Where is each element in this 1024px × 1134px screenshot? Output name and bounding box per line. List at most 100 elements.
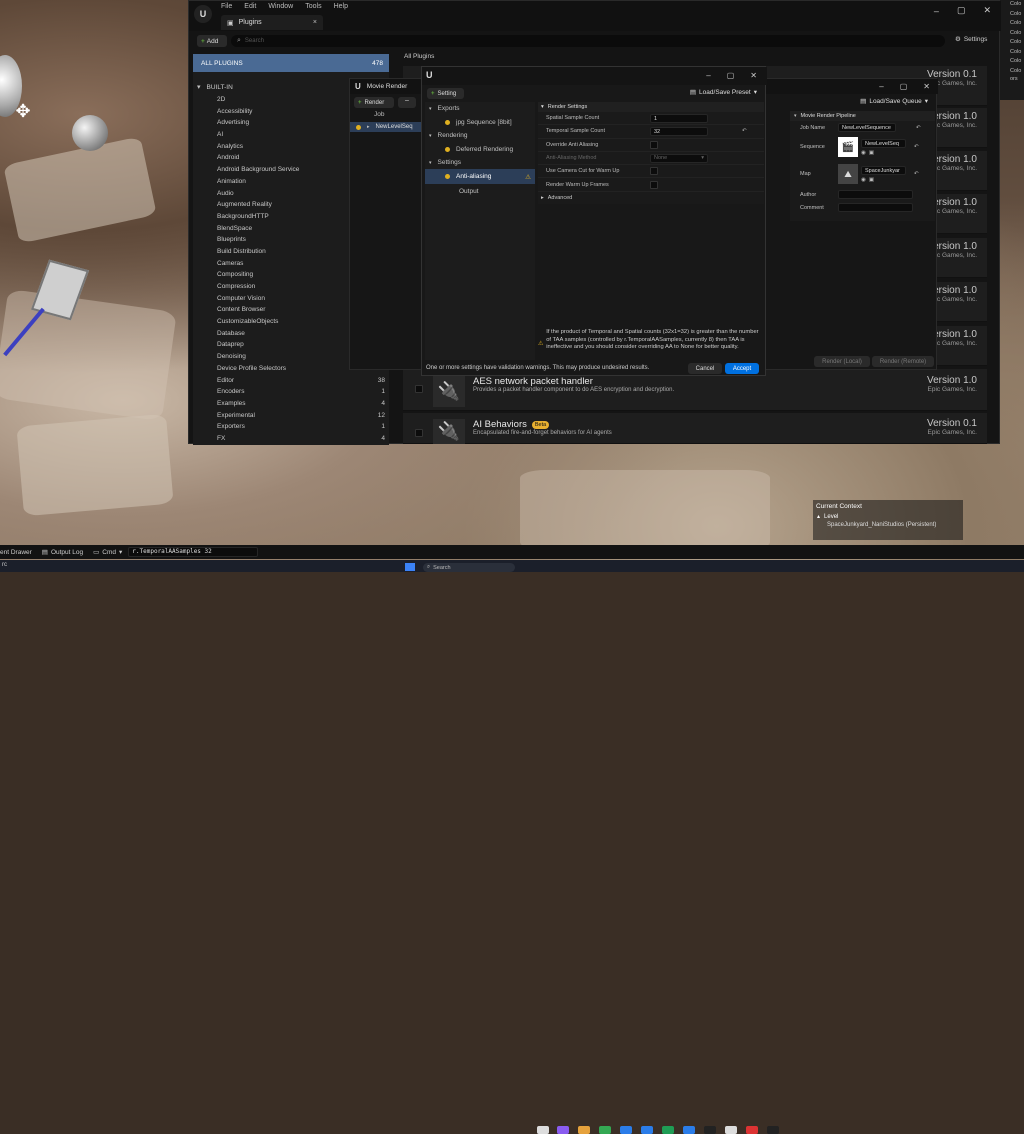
close-icon[interactable]: ✕ xyxy=(923,82,930,91)
outliner-item[interactable]: Colo xyxy=(1000,48,1024,58)
folder-icon[interactable]: ▣ xyxy=(869,177,874,183)
job-row[interactable]: ▸ NewLevelSeq xyxy=(350,122,426,132)
enable-checkbox[interactable] xyxy=(415,429,423,437)
reset-icon[interactable]: ↶ xyxy=(914,144,919,150)
menu-edit[interactable]: Edit xyxy=(244,3,256,10)
folder-icon[interactable]: ▣ xyxy=(869,150,874,156)
taskbar-app-icon[interactable] xyxy=(683,1126,695,1134)
job-name-field[interactable]: NewLevelSequence xyxy=(838,123,896,132)
author-field[interactable] xyxy=(838,190,913,199)
map-field[interactable]: SpaceJunkyar xyxy=(861,165,906,175)
plugin-card-ai-behaviors[interactable]: 🔌 AI Behaviors Beta Encapsulated fire-an… xyxy=(403,413,987,444)
warm-up-checkbox[interactable] xyxy=(650,180,658,189)
camera-cut-checkbox[interactable] xyxy=(650,167,658,176)
warning-icon: ⚠ xyxy=(538,341,544,347)
taskbar-app-icon[interactable] xyxy=(537,1126,549,1134)
close-icon[interactable]: ✕ xyxy=(750,71,757,80)
sphere-reflection-icon[interactable] xyxy=(72,115,108,151)
menu-window[interactable]: Window xyxy=(268,3,293,10)
add-setting-button[interactable]: + Setting xyxy=(427,88,464,99)
category-item[interactable]: Encoders 1 xyxy=(193,386,389,398)
category-item[interactable]: Editor 38 xyxy=(193,375,389,387)
cancel-button[interactable]: Cancel xyxy=(688,363,722,374)
all-plugins-item[interactable]: ALL PLUGINS 478 xyxy=(193,54,389,72)
taskbar-app-icon[interactable] xyxy=(767,1126,779,1134)
taskbar-app-icon[interactable] xyxy=(557,1126,569,1134)
console-input[interactable]: r.TemporalAASamples 32 xyxy=(128,547,259,557)
taskbar-app-icon[interactable] xyxy=(662,1126,674,1134)
outliner-item[interactable]: Colo xyxy=(1000,57,1024,67)
add-button[interactable]: + Add xyxy=(197,35,227,47)
tree-output[interactable]: Output xyxy=(425,184,535,199)
close-icon[interactable]: ✕ xyxy=(983,5,991,16)
plugin-title-row: AI Behaviors Beta xyxy=(473,419,550,430)
tree-exports[interactable]: ▾ Exports xyxy=(425,102,535,115)
taskbar-app-icon[interactable] xyxy=(620,1126,632,1134)
unreal-logo-icon: U xyxy=(355,82,361,91)
comment-field[interactable] xyxy=(838,203,913,212)
spatial-sample-input[interactable]: 1 xyxy=(650,113,708,123)
taskbar-app-icon[interactable] xyxy=(746,1126,758,1134)
render-add-button[interactable]: + Render xyxy=(354,97,394,108)
render-local-button[interactable]: Render (Local) xyxy=(814,356,870,367)
browse-icon[interactable]: ◉ xyxy=(861,177,866,183)
override-aa-checkbox[interactable] xyxy=(650,140,658,149)
outliner-item[interactable]: Colo xyxy=(1000,29,1024,39)
taskbar-app-icon[interactable] xyxy=(641,1126,653,1134)
settings-button[interactable]: ⚙ Settings xyxy=(955,35,987,44)
taskbar-search-label: Search xyxy=(433,564,451,571)
tree-rendering[interactable]: ▾ Rendering xyxy=(425,129,535,142)
temporal-sample-input[interactable]: 32 xyxy=(650,126,708,136)
menu-help[interactable]: Help xyxy=(334,3,348,10)
render-remote-button[interactable]: Render (Remote) xyxy=(872,356,934,367)
minimize-icon[interactable]: – xyxy=(934,6,939,16)
reset-icon[interactable]: ↶ xyxy=(916,125,921,131)
tree-deferred-rendering[interactable]: Deferred Rendering xyxy=(425,142,535,156)
outliner-item[interactable]: Colo xyxy=(1000,19,1024,29)
minimize-icon[interactable]: – xyxy=(706,71,710,80)
cmd-button[interactable]: ▭ Cmd ▾ xyxy=(93,548,122,557)
taskbar-app-icon[interactable] xyxy=(599,1126,611,1134)
taskbar-app-icon[interactable] xyxy=(704,1126,716,1134)
content-drawer-button[interactable]: ent Drawer xyxy=(0,549,32,556)
tree-anti-aliasing[interactable]: Anti-aliasing ⚠ xyxy=(425,169,535,184)
minimize-icon[interactable]: – xyxy=(879,82,883,91)
browse-icon[interactable]: ◉ xyxy=(861,150,866,156)
outliner-item[interactable]: Colo xyxy=(1000,10,1024,20)
move-gizmo-icon[interactable]: ✥ xyxy=(12,100,34,122)
close-tab-icon[interactable]: × xyxy=(313,19,317,26)
output-log-button[interactable]: ▤ Output Log xyxy=(42,548,83,557)
outliner-item[interactable]: Colo xyxy=(1000,38,1024,48)
menu-file[interactable]: File xyxy=(221,3,232,10)
outliner-item[interactable]: Colo xyxy=(1000,0,1024,10)
category-item[interactable]: Experimental 12 xyxy=(193,410,389,422)
maximize-icon[interactable]: ▢ xyxy=(957,5,966,16)
load-save-preset-button[interactable]: ▤ Load/Save Preset ▾ xyxy=(690,88,757,97)
load-save-queue-button[interactable]: ▤ Load/Save Queue ▾ xyxy=(860,97,928,106)
maximize-icon[interactable]: ▢ xyxy=(727,71,735,80)
outliner-item[interactable]: Colo xyxy=(1000,67,1024,77)
taskbar-search[interactable]: ⌕ Search xyxy=(423,563,515,572)
reset-icon[interactable]: ↶ xyxy=(742,128,747,134)
maximize-icon[interactable]: ▢ xyxy=(900,82,908,91)
taskbar-app-icon[interactable] xyxy=(578,1126,590,1134)
tree-jpg-sequence[interactable]: jpg Sequence [8bit] xyxy=(425,115,535,129)
taskbar-app-icon[interactable] xyxy=(725,1126,737,1134)
accept-button[interactable]: Accept xyxy=(725,363,759,374)
advanced-section[interactable]: ▸ Advanced xyxy=(538,192,764,204)
category-item[interactable]: Exporters 1 xyxy=(193,421,389,433)
reset-icon[interactable]: ↶ xyxy=(914,171,919,177)
remove-button[interactable]: – xyxy=(398,97,416,108)
category-item[interactable]: FX 4 xyxy=(193,433,389,445)
render-settings-header[interactable]: ▾ Render Settings xyxy=(538,102,764,112)
enable-checkbox[interactable] xyxy=(415,385,423,393)
windows-start-icon[interactable] xyxy=(405,563,415,571)
context-level-row: ▴ Level xyxy=(813,513,963,521)
category-item[interactable]: Examples 4 xyxy=(193,398,389,410)
sequence-field[interactable]: NewLevelSeq xyxy=(861,138,906,148)
tab-plugins[interactable]: ▣ Plugins × xyxy=(221,15,323,30)
tree-settings[interactable]: ▾ Settings xyxy=(425,156,535,169)
menu-tools[interactable]: Tools xyxy=(305,3,321,10)
aa-method-select[interactable]: None ▾ xyxy=(650,153,708,163)
search-input[interactable]: ⌕ Search xyxy=(231,35,945,47)
